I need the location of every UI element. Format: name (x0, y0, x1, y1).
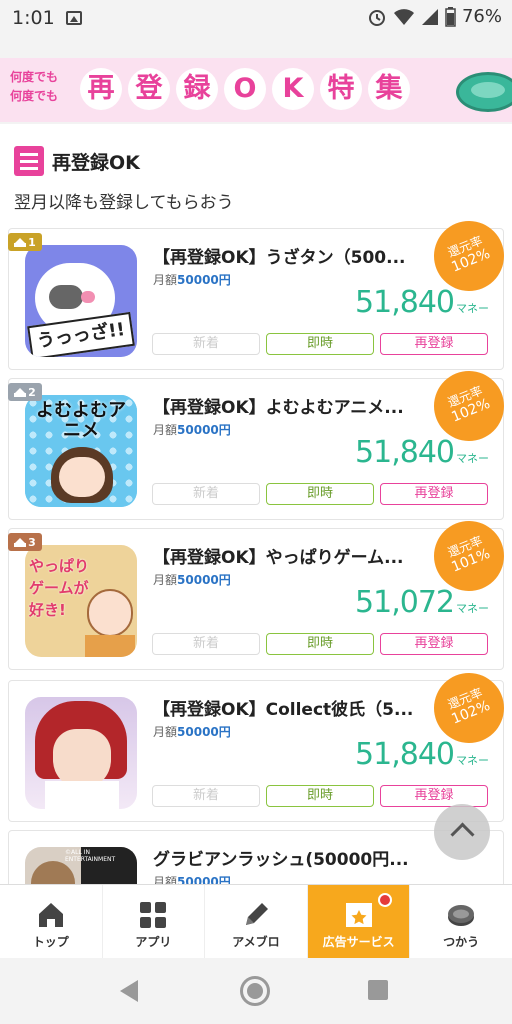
offer-monthly: 月額50000円 (153, 423, 231, 437)
tag-instant: 即時 (266, 483, 374, 505)
section-subtitle: 翌月以降も登録してもらおう (14, 193, 234, 213)
home-icon (38, 903, 63, 927)
rank-badge: 3 (8, 533, 42, 551)
status-bar: 1:01 76% (0, 0, 512, 36)
app-thumbnail: うっっざ!! (25, 245, 137, 357)
banner-char: 登 (128, 68, 170, 110)
crown-icon (14, 237, 27, 247)
tab-ameblo[interactable]: アメブロ (205, 885, 308, 958)
bottom-tab-bar: トップ アプリ アメブロ 広告サービス つかう (0, 884, 512, 958)
tab-use[interactable]: つかう (410, 885, 512, 958)
pencil-icon (245, 903, 268, 925)
app-thumbnail: ©ALL IN ENTERTAINMENT (25, 847, 137, 884)
offer-title[interactable]: 【再登録OK】うざタン（500... (153, 243, 433, 268)
offer-card[interactable]: よむよむアニメ 【再登録OK】よむよむアニメ... 月額50000円 51,84… (8, 360, 512, 520)
status-time: 1:01 (12, 7, 55, 29)
tag-reregister: 再登録 (380, 633, 488, 655)
list-icon (14, 146, 44, 176)
tag-instant: 即時 (266, 785, 374, 807)
wifi-icon (393, 8, 414, 25)
rank-badge: 2 (8, 383, 42, 401)
offer-title[interactable]: 【再登録OK】やっぱりゲーム... (153, 543, 433, 568)
offer-tags: 新着 即時 再登録 (152, 333, 488, 355)
main-content: 再登録OK 翌月以降も登録してもらおう うっっざ!! 【再登録OK】うざタン（5… (0, 124, 512, 884)
signal-icon (421, 8, 438, 25)
tag-new: 新着 (152, 633, 260, 655)
tag-reregister: 再登録 (380, 785, 488, 807)
banner-char: 集 (368, 68, 410, 110)
tag-instant: 即時 (266, 633, 374, 655)
offer-card[interactable]: 【再登録OK】Collect彼氏（5... 月額50000円 51,840 マネー… (8, 662, 512, 822)
offer-title[interactable]: 【再登録OK】よむよむアニメ... (153, 393, 433, 418)
app-thumbnail: やっぱりゲームが好き! (25, 545, 137, 657)
tab-ad-service[interactable]: 広告サービス (307, 885, 411, 958)
offer-tags: 新着 即時 再登録 (152, 785, 488, 807)
crown-icon (14, 387, 27, 397)
image-notification-icon (66, 11, 82, 25)
offer-monthly: 月額50000円 (153, 273, 231, 287)
banner-char: 再 (80, 68, 122, 110)
tag-new: 新着 (152, 333, 260, 355)
coin-icon (448, 905, 475, 926)
tag-instant: 即時 (266, 333, 374, 355)
star-box-icon (345, 903, 372, 927)
tag-reregister: 再登録 (380, 483, 488, 505)
rank-badge: 1 (8, 233, 42, 251)
banner-title: 再 登 録 O K 特 集 (80, 68, 410, 110)
offer-card[interactable]: やっぱりゲームが好き! 【再登録OK】やっぱりゲーム... 月額50000円 5… (8, 510, 512, 670)
crown-icon (14, 537, 27, 547)
battery-icon (445, 6, 456, 27)
banner-char: O (224, 68, 266, 110)
banner-char: 特 (320, 68, 362, 110)
system-navigation-bar (0, 958, 512, 1024)
offer-title[interactable]: グラビアンラッシュ(50000円... (153, 845, 453, 870)
offer-tags: 新着 即時 再登録 (152, 483, 488, 505)
apps-icon (140, 902, 167, 928)
back-icon[interactable] (120, 980, 138, 1002)
banner-char: K (272, 68, 314, 110)
banner-tagline: 何度でも 何度でも (10, 70, 59, 103)
tag-new: 新着 (152, 483, 260, 505)
offer-title[interactable]: 【再登録OK】Collect彼氏（5... (153, 695, 433, 720)
offer-monthly: 月額50000円 (153, 725, 231, 739)
notification-badge (377, 893, 392, 907)
section-header: 再登録OK (14, 146, 140, 176)
scroll-to-top-button[interactable] (434, 804, 490, 860)
tab-top[interactable]: トップ (0, 885, 103, 958)
section-title: 再登録OK (52, 151, 140, 174)
offer-monthly: 月額50000円 (153, 875, 231, 884)
alarm-icon (368, 9, 385, 26)
offer-tags: 新着 即時 再登録 (152, 633, 488, 655)
home-button-icon[interactable] (240, 976, 270, 1006)
tag-new: 新着 (152, 785, 260, 807)
offer-card[interactable]: うっっざ!! 【再登録OK】うざタン（500... 月額50000円 51,84… (8, 210, 512, 370)
app-thumbnail (25, 697, 137, 809)
offer-card[interactable]: ©ALL IN ENTERTAINMENT グラビアンラッシュ(50000円..… (8, 830, 504, 884)
campaign-banner[interactable]: 何度でも 何度でも 再 登 録 O K 特 集 (0, 58, 512, 122)
recent-apps-icon[interactable] (368, 980, 388, 1000)
tab-apps[interactable]: アプリ (103, 885, 206, 958)
coin-icon (456, 72, 512, 112)
offer-monthly: 月額50000円 (153, 573, 231, 587)
app-thumbnail: よむよむアニメ (25, 395, 137, 507)
banner-char: 録 (176, 68, 218, 110)
battery-percent: 76% (461, 6, 502, 27)
tag-reregister: 再登録 (380, 333, 488, 355)
